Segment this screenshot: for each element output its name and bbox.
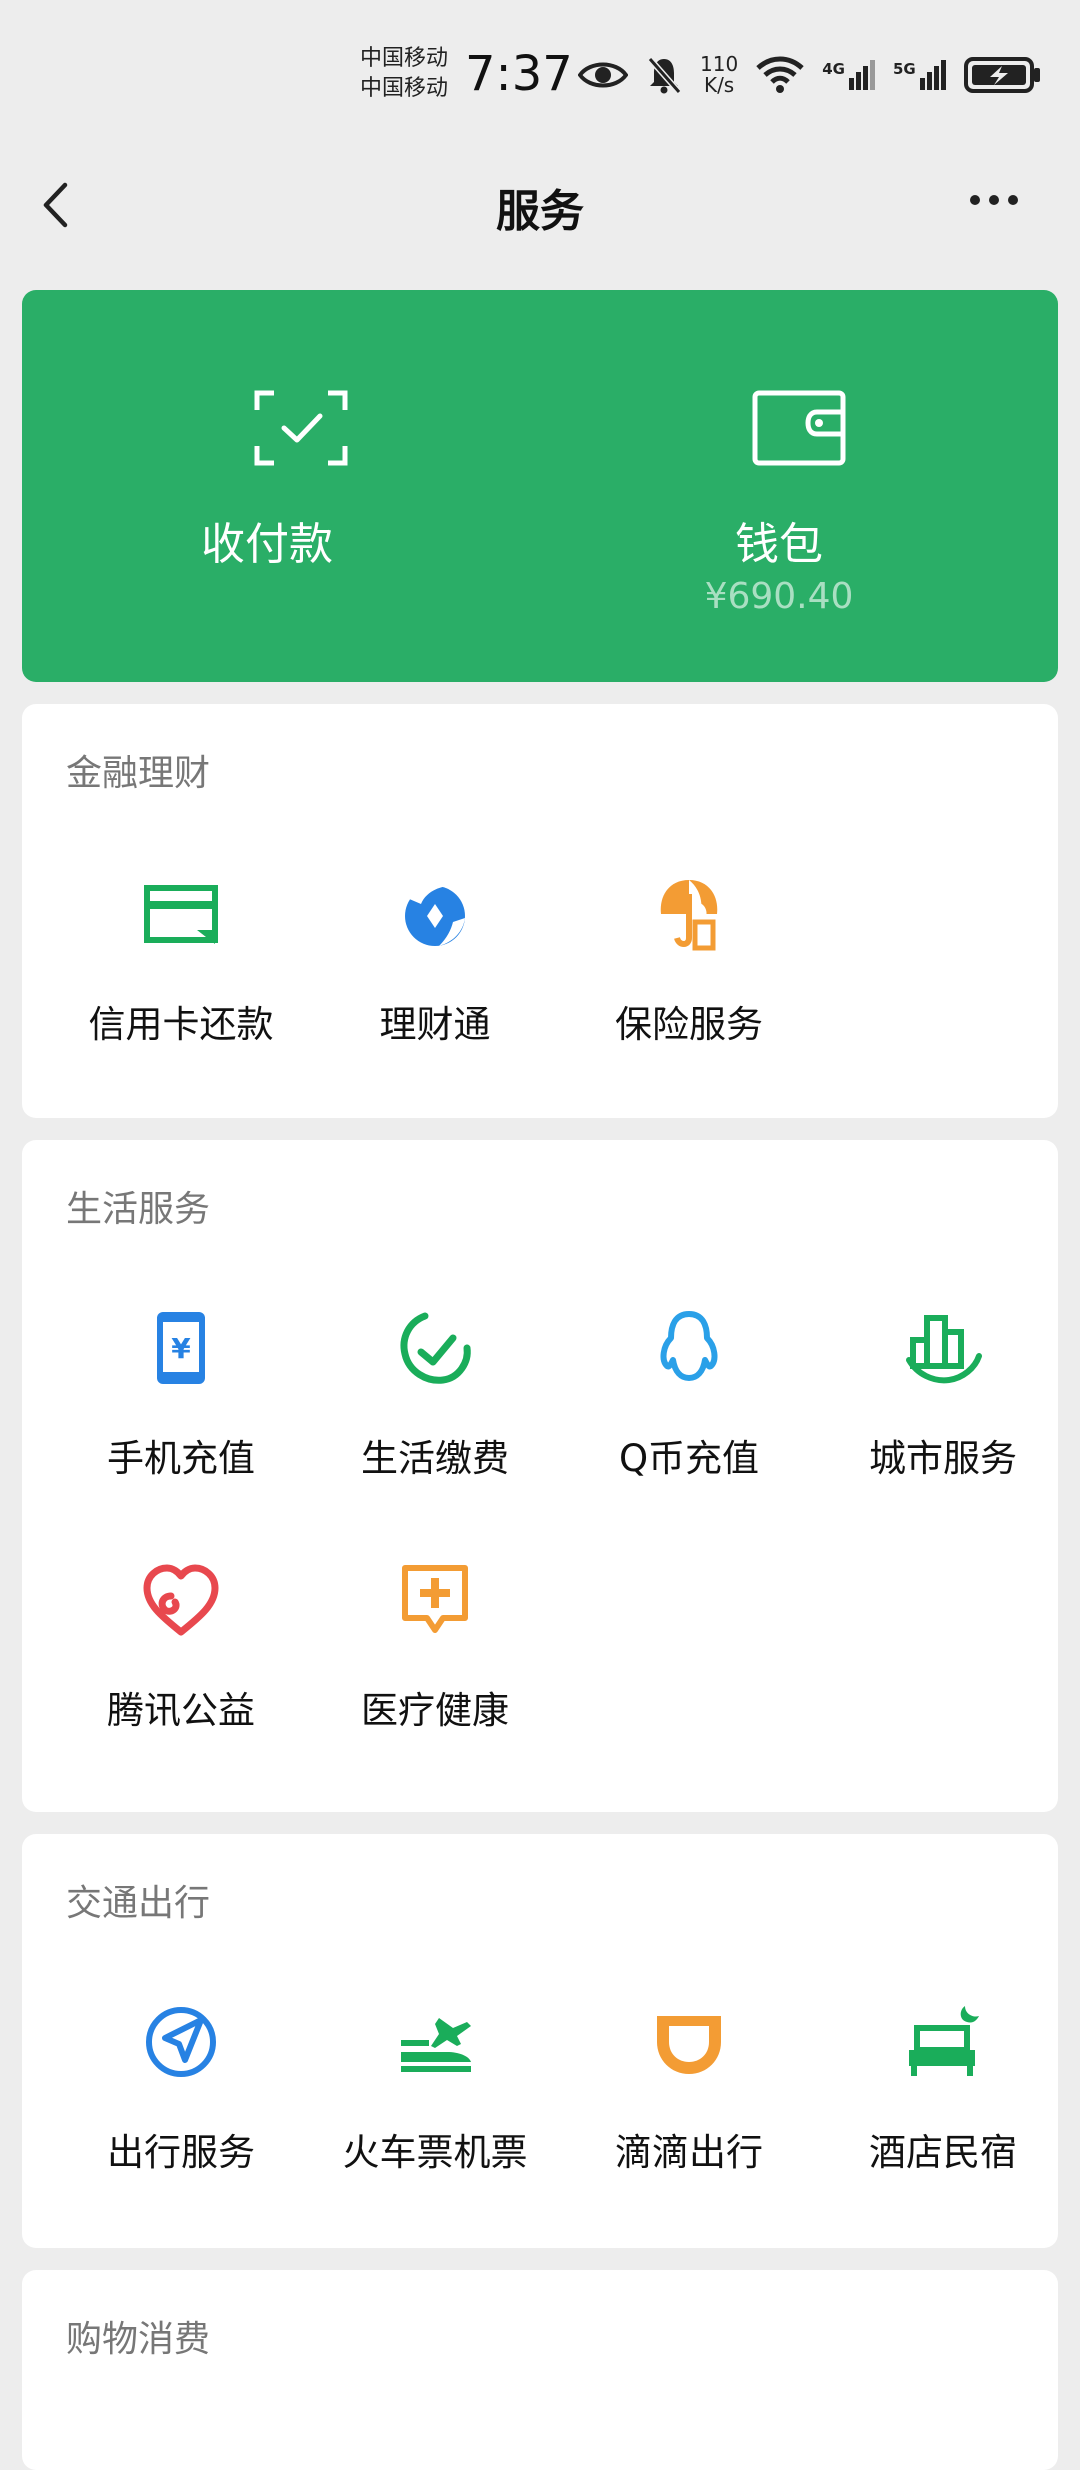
- pay-receive-button[interactable]: 收付款: [22, 290, 540, 682]
- utility-payment-label: 生活缴费: [361, 1437, 509, 1480]
- section-life: 生活服务 ¥ 手机充值 生活缴费 Q币充值 城市服务 腾讯公益 医疗健康: [22, 1140, 1058, 1812]
- carrier-labels: 中国移动 中国移动: [360, 44, 448, 104]
- train-flight-item[interactable]: 火车票机票: [308, 2002, 562, 2202]
- travel-service-item[interactable]: 出行服务: [54, 2002, 308, 2202]
- didi-logo-icon: [657, 2016, 721, 2074]
- wealth-coin-icon: [405, 883, 465, 946]
- mobile-phone-icon: ¥: [157, 1312, 205, 1384]
- utility-payment-item[interactable]: 生活缴费: [308, 1308, 562, 1508]
- wallet-button[interactable]: 钱包 ¥690.40: [540, 290, 1058, 682]
- qcoin-topup-label: Q币充值: [618, 1437, 760, 1480]
- charity-item[interactable]: 腾讯公益: [54, 1560, 308, 1760]
- signal-4g: 4G: [822, 60, 875, 90]
- train-flight-label: 火车票机票: [342, 2131, 528, 2174]
- credit-card-repay-label: 信用卡还款: [88, 1003, 274, 1046]
- status-icons: 110 K/s 4G 5G: [578, 54, 1042, 96]
- net-type-5g: 5G: [892, 60, 916, 78]
- wealth-item[interactable]: 理财通: [308, 874, 562, 1074]
- didi-label: 滴滴出行: [615, 2131, 763, 2174]
- network-speed: 110 K/s: [700, 54, 738, 96]
- wallet-balance: ¥690.40: [704, 576, 854, 617]
- section-title-transport: 交通出行: [66, 1883, 211, 1924]
- city-building-icon: [906, 1315, 982, 1384]
- carrier-1: 中国移动: [360, 46, 449, 71]
- wifi-icon: [756, 56, 804, 93]
- section-transport: 交通出行 出行服务 火车票机票 滴滴出行 酒店民宿: [22, 1834, 1058, 2248]
- hotel-bed-icon: [909, 2006, 979, 2076]
- wallet-icon: [752, 390, 846, 466]
- qq-penguin-icon: [660, 1311, 718, 1381]
- city-service-item[interactable]: 城市服务: [816, 1308, 1070, 1508]
- healthcare-item[interactable]: 医疗健康: [308, 1560, 562, 1760]
- pay-receive-label: 收付款: [201, 519, 333, 570]
- page-title: 服务: [496, 186, 584, 237]
- section-title-life: 生活服务: [66, 1189, 211, 1230]
- section-title-shopping: 购物消费: [66, 2319, 211, 2360]
- more-options-icon[interactable]: [970, 195, 1018, 205]
- mute-bell-icon: [647, 57, 682, 94]
- wealth-label: 理财通: [379, 1003, 491, 1046]
- scan-check-icon: [254, 390, 348, 466]
- pay-card: 收付款 钱包 ¥690.40: [22, 290, 1058, 682]
- charity-heart-icon: [143, 1564, 219, 1636]
- section-finance: 金融理财 信用卡还款 理财通 保险服务: [22, 704, 1058, 1118]
- status-time: 7:37: [465, 46, 573, 102]
- travel-service-label: 出行服务: [107, 2131, 255, 2174]
- medical-chat-icon: [402, 1565, 468, 1633]
- svg-text:¥: ¥: [171, 1332, 191, 1365]
- city-service-label: 城市服务: [869, 1437, 1017, 1480]
- insurance-item[interactable]: 保险服务: [562, 874, 816, 1074]
- credit-card-icon: [144, 885, 218, 944]
- qcoin-topup-item[interactable]: Q币充值: [562, 1308, 816, 1508]
- navigation-icon: [146, 2007, 216, 2077]
- insurance-label: 保险服务: [615, 1003, 763, 1046]
- speed-unit: K/s: [703, 73, 735, 97]
- status-bar: 中国移动 中国移动 7:37 110 K/s 4G 5G: [0, 0, 1080, 140]
- charity-label: 腾讯公益: [107, 1689, 255, 1732]
- mobile-topup-item[interactable]: ¥ 手机充值: [54, 1308, 308, 1508]
- battery-charging-icon: [963, 57, 1040, 93]
- nav-bar: 服务: [0, 150, 1080, 260]
- insurance-umbrella-icon: [660, 880, 718, 951]
- train-plane-icon: [401, 2018, 471, 2072]
- mobile-topup-label: 手机充值: [107, 1437, 255, 1480]
- didi-item[interactable]: 滴滴出行: [562, 2002, 816, 2202]
- credit-card-repay-item[interactable]: 信用卡还款: [54, 874, 308, 1074]
- carrier-2: 中国移动: [360, 76, 449, 101]
- signal-5g: 5G: [893, 60, 946, 90]
- eye-icon: [578, 62, 628, 88]
- healthcare-label: 医疗健康: [361, 1689, 509, 1732]
- section-shopping: 购物消费: [22, 2270, 1058, 2470]
- hotel-item[interactable]: 酒店民宿: [816, 2002, 1070, 2202]
- wallet-label: 钱包: [735, 519, 823, 570]
- net-type-4g: 4G: [822, 60, 845, 78]
- hotel-label: 酒店民宿: [869, 2131, 1017, 2174]
- section-title-finance: 金融理财: [66, 753, 211, 794]
- utility-check-icon: [400, 1312, 471, 1384]
- speed-value: 110: [700, 52, 739, 76]
